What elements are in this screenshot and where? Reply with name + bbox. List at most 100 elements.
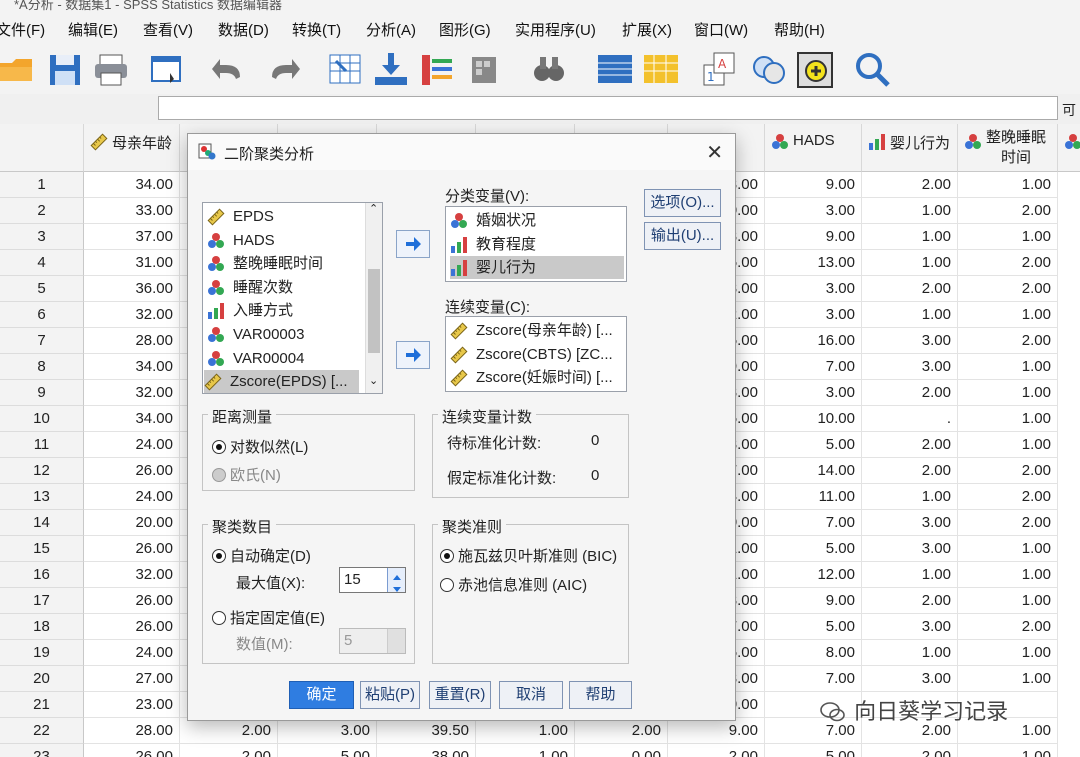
row-number[interactable]: 1 [0,172,84,198]
row-number[interactable]: 11 [0,432,84,458]
row-number[interactable]: 4 [0,250,84,276]
table-cell[interactable]: 28.00 [84,718,180,744]
scroll-down-icon[interactable]: ⌄ [369,374,378,387]
table-cell[interactable]: 9.00 [668,718,765,744]
spin-down-icon[interactable] [387,580,405,592]
table-cell[interactable]: 1.00 [862,562,958,588]
undo-icon[interactable] [210,51,248,89]
table-cell[interactable]: 26.00 [84,744,180,757]
table-cell[interactable]: 26.00 [84,588,180,614]
table-cell[interactable]: 2.00 [958,250,1058,276]
table-cell[interactable]: 3.00 [278,718,377,744]
table-cell[interactable]: 3.00 [765,302,862,328]
categorical-variables-list[interactable]: 婚姻状况 教育程度 婴儿行为 [445,206,627,282]
row-number[interactable]: 2 [0,198,84,224]
row-number[interactable]: 20 [0,666,84,692]
column-header[interactable]: 婴儿行为 [862,124,958,172]
loglikelihood-radio[interactable]: 对数似然(L) [212,436,308,457]
list-item[interactable]: 婚姻状况 [450,209,624,232]
table-cell[interactable]: 24.00 [84,484,180,510]
redo-icon[interactable] [266,51,304,89]
table-cell[interactable]: 11.00 [765,484,862,510]
aic-radio[interactable]: 赤池信息准则 (AIC) [440,574,587,595]
column-header[interactable]: HADS [765,124,862,172]
variables-icon[interactable] [418,51,456,89]
row-number[interactable]: 16 [0,562,84,588]
row-number[interactable]: 5 [0,276,84,302]
table-cell[interactable]: 1.00 [958,744,1058,757]
row-number[interactable]: 14 [0,510,84,536]
table-cell[interactable]: 1.00 [958,172,1058,198]
table-cell[interactable]: 2.00 [180,744,278,757]
table-cell[interactable]: 5.00 [765,536,862,562]
table-cell[interactable]: 31.00 [84,250,180,276]
table-cell[interactable]: 38.00 [377,744,476,757]
table-cell[interactable]: 3.00 [765,380,862,406]
column-header[interactable]: 整晚睡眠 时间 [958,124,1058,172]
list-item[interactable]: 整晚睡眠时间 [207,252,362,275]
table-cell[interactable]: 28.00 [84,328,180,354]
search-icon[interactable] [854,51,892,89]
table-cell[interactable]: 24.00 [84,640,180,666]
table-cell[interactable]: 36.00 [84,276,180,302]
table-cell[interactable]: 7.00 [765,354,862,380]
table-cell[interactable]: 9.00 [765,224,862,250]
row-number[interactable]: 17 [0,588,84,614]
move-to-continuous-button[interactable] [396,341,430,369]
table-cell[interactable]: 1.00 [958,536,1058,562]
table-cell[interactable]: 1.00 [862,484,958,510]
table-cell[interactable]: 1.00 [958,432,1058,458]
table-cell[interactable]: 3.00 [862,614,958,640]
grid-corner[interactable] [0,124,84,172]
cancel-button[interactable]: 取消 [499,681,563,709]
save-icon[interactable] [46,51,84,89]
menu-item-9[interactable]: 窗口(W) [694,19,748,40]
row-number[interactable]: 3 [0,224,84,250]
table-cell[interactable]: . [862,406,958,432]
table-cell[interactable]: 20.00 [84,510,180,536]
table-cell[interactable]: 1.00 [958,406,1058,432]
reset-button[interactable]: 重置(R) [429,681,491,709]
table-cell[interactable]: 1.00 [862,198,958,224]
table-cell[interactable]: 9.00 [765,588,862,614]
source-list-scrollbar[interactable]: ⌃ ⌄ [365,203,382,393]
table-cell[interactable]: 2.00 [958,614,1058,640]
list-item[interactable]: Zscore(EPDS) [... [204,370,359,394]
output-button[interactable]: 输出(U)... [644,222,721,250]
table-cell[interactable]: 7.00 [765,510,862,536]
table-cell[interactable]: 1.00 [862,640,958,666]
table-cell[interactable]: 7.00 [765,666,862,692]
table-cell[interactable]: 5.00 [765,614,862,640]
table-cell[interactable]: 2.00 [958,198,1058,224]
row-number[interactable]: 10 [0,406,84,432]
row-number[interactable]: 18 [0,614,84,640]
list-item[interactable]: 入睡方式 [207,299,362,322]
select-cases-icon[interactable] [796,51,834,89]
menu-item-6[interactable]: 图形(G) [439,19,491,40]
table-cell[interactable]: 3.00 [862,536,958,562]
table-cell[interactable]: 23.00 [84,692,180,718]
table-cell[interactable]: 34.00 [84,354,180,380]
table-cell[interactable]: 2.00 [668,744,765,757]
table-cell[interactable]: 5.00 [765,432,862,458]
table-cell[interactable]: 1.00 [958,666,1058,692]
table-cell[interactable]: 39.50 [377,718,476,744]
find-icon[interactable] [530,51,568,89]
scroll-up-icon[interactable]: ⌃ [369,202,378,215]
list-item[interactable]: 教育程度 [450,233,624,256]
table-cell[interactable]: 5.00 [278,744,377,757]
table-cell[interactable]: 34.00 [84,406,180,432]
table-cell[interactable]: 2.00 [958,510,1058,536]
run-descriptives-icon[interactable] [468,51,506,89]
table-cell[interactable]: 1.00 [476,718,575,744]
list-item[interactable]: HADS [207,229,362,252]
help-button[interactable]: 帮助 [569,681,632,709]
table-cell[interactable]: 27.00 [84,666,180,692]
table-cell[interactable]: 1.00 [958,354,1058,380]
list-item[interactable]: Zscore(妊娠时间) [... [450,366,624,389]
menu-item-2[interactable]: 查看(V) [143,19,193,40]
options-button[interactable]: 选项(O)... [644,189,721,217]
table-cell[interactable]: 2.00 [958,276,1058,302]
insert-variable-icon[interactable] [642,51,680,89]
table-cell[interactable]: 1.00 [476,744,575,757]
